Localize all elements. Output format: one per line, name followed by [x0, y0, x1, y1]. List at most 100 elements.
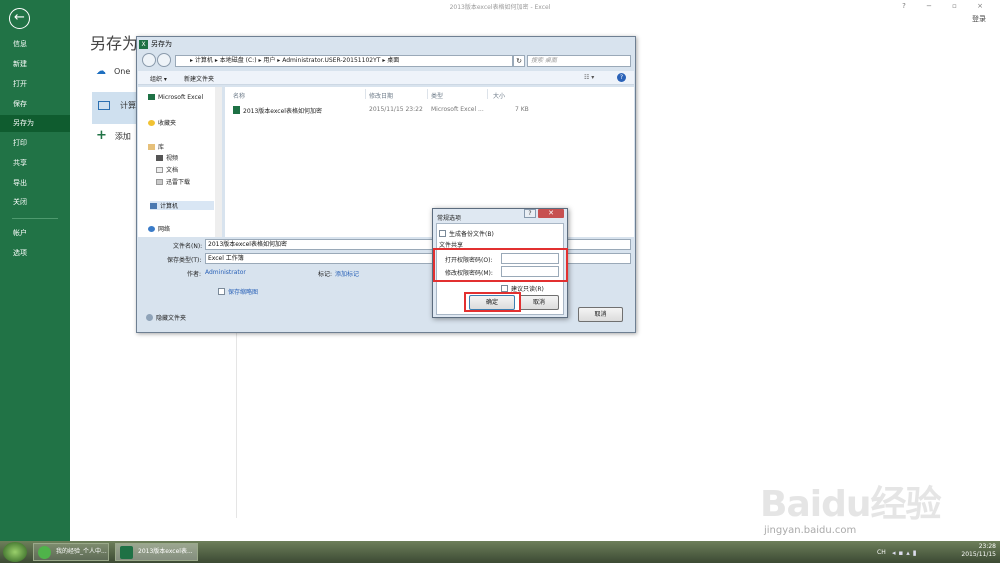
- file-row-type: Microsoft Excel ...: [431, 106, 484, 113]
- clock[interactable]: 23:28 2015/11/15: [961, 543, 996, 559]
- login-link[interactable]: 登录: [972, 14, 986, 24]
- search-input[interactable]: 搜索 桌面: [527, 55, 631, 67]
- computer-icon: [98, 101, 110, 110]
- download-icon: [156, 179, 163, 185]
- column-header-name[interactable]: 名称: [233, 91, 245, 100]
- place-add[interactable]: + 添加: [96, 128, 131, 143]
- nav-scrollbar[interactable]: [215, 87, 222, 237]
- view-icon[interactable]: ☷ ▾: [584, 74, 594, 81]
- cancel-button[interactable]: 取消: [578, 307, 623, 322]
- author-link[interactable]: Administrator: [205, 269, 246, 276]
- back-button[interactable]: [142, 53, 156, 67]
- library-icon: [148, 144, 155, 150]
- backup-checkbox[interactable]: 生成备份文件(B): [439, 229, 494, 238]
- sidebar-item-share[interactable]: 共享: [0, 155, 70, 172]
- window-controls[interactable]: ? − ▫ ×: [902, 2, 992, 10]
- place-computer-label: 计算: [120, 101, 136, 110]
- tray-icons[interactable]: ◂▪▴▮: [892, 549, 920, 557]
- excel-file-icon: [233, 106, 240, 114]
- navigation-pane: Microsoft Excel 收藏夹 库 视频 文档 迅雷下载 计算机 网络: [138, 87, 222, 237]
- address-bar[interactable]: ▸ 计算机 ▸ 本地磁盘 (C:) ▸ 用户 ▸ Administrator.U…: [175, 55, 513, 67]
- place-onedrive-label: One: [114, 67, 131, 76]
- place-computer[interactable]: 计算: [92, 92, 138, 124]
- nav-item-favorites[interactable]: 收藏夹: [148, 118, 176, 127]
- column-divider: [427, 89, 428, 99]
- collapse-arrow-icon: [146, 314, 153, 321]
- options-cancel-button[interactable]: 取消: [519, 295, 559, 310]
- sidebar-item-account[interactable]: 帐户: [0, 225, 70, 242]
- highlight-box-passwords: [433, 248, 568, 282]
- hide-folders-toggle[interactable]: 隐藏文件夹: [146, 313, 186, 322]
- nav-item-excel[interactable]: Microsoft Excel: [148, 94, 203, 101]
- excel-icon: [120, 546, 133, 559]
- start-button[interactable]: [3, 542, 27, 562]
- sidebar-item-export[interactable]: 导出: [0, 175, 70, 192]
- sidebar-item-info[interactable]: 信息: [0, 36, 70, 53]
- add-tags-link[interactable]: 添加标记: [335, 269, 359, 278]
- cloud-icon: ☁: [96, 66, 106, 77]
- document-icon: [156, 167, 163, 173]
- excel-icon: [148, 94, 155, 100]
- clock-date: 2015/11/15: [961, 551, 996, 558]
- sidebar-item-new[interactable]: 新建: [0, 56, 70, 73]
- taskbar-item-excel[interactable]: 2013版本excel表...: [115, 543, 198, 561]
- dialog-title-text: 另存为: [151, 40, 172, 48]
- dialog-title: X 另存为: [139, 39, 172, 49]
- help-icon[interactable]: ?: [524, 209, 536, 218]
- file-row-modified: 2015/11/15 23:22: [369, 106, 423, 113]
- place-onedrive[interactable]: ☁ One: [96, 66, 130, 77]
- filetype-label: 保存类型(T):: [167, 257, 202, 264]
- sidebar-divider: [12, 218, 58, 219]
- nav-item-libraries[interactable]: 库: [148, 142, 164, 151]
- watermark-logo: Baidu经验: [760, 484, 941, 525]
- column-header-type[interactable]: 类型: [431, 91, 443, 100]
- file-row-size: 7 KB: [515, 106, 529, 113]
- sidebar-item-open[interactable]: 打开: [0, 76, 70, 93]
- excel-icon: X: [139, 40, 148, 49]
- forward-button[interactable]: [157, 53, 171, 67]
- thumbnail-checkbox[interactable]: 保存缩略图: [218, 287, 258, 296]
- nav-item-network[interactable]: 网络: [148, 224, 170, 233]
- nav-item-documents[interactable]: 文档: [156, 165, 178, 174]
- nav-item-videos[interactable]: 视频: [156, 153, 178, 162]
- checkbox-icon: [439, 230, 446, 237]
- nav-item-downloads[interactable]: 迅雷下载: [156, 177, 190, 186]
- column-header-modified[interactable]: 修改日期: [369, 91, 393, 100]
- language-indicator[interactable]: CH: [877, 549, 886, 556]
- plus-icon: +: [96, 128, 107, 143]
- page-title: 另存为: [90, 34, 139, 53]
- new-folder-button[interactable]: 新建文件夹: [184, 74, 214, 83]
- clock-time: 23:28: [978, 543, 996, 550]
- file-row-name[interactable]: 2013版本excel表格如何加密: [233, 106, 322, 115]
- back-arrow-icon[interactable]: ←: [9, 8, 30, 29]
- column-divider: [487, 89, 488, 99]
- organize-button[interactable]: 组织 ▾: [150, 74, 167, 83]
- place-add-label: 添加: [114, 132, 131, 141]
- sidebar-item-save[interactable]: 保存: [0, 96, 70, 113]
- checkbox-icon: [218, 288, 225, 295]
- sidebar-item-print[interactable]: 打印: [0, 135, 70, 152]
- column-header-size[interactable]: 大小: [493, 91, 505, 100]
- video-icon: [156, 155, 163, 161]
- highlight-box-ok: [464, 292, 521, 312]
- nav-item-computer[interactable]: 计算机: [150, 201, 214, 210]
- close-icon[interactable]: ✕: [538, 209, 564, 218]
- browser-icon: [38, 546, 51, 559]
- help-icon[interactable]: ?: [617, 73, 626, 82]
- sidebar-item-close[interactable]: 关闭: [0, 194, 70, 211]
- column-divider: [365, 89, 366, 99]
- star-icon: [148, 120, 155, 126]
- thumbnail-label: 保存缩略图: [228, 289, 259, 296]
- refresh-icon[interactable]: ↻: [513, 55, 525, 67]
- options-title: 常规选项: [437, 215, 462, 222]
- author-label: 作者:: [187, 271, 202, 278]
- hide-folders-label: 隐藏文件夹: [156, 315, 187, 322]
- window-title: 2013版本excel表格如何加密 - Excel: [449, 4, 551, 11]
- backup-label: 生成备份文件(B): [449, 231, 494, 238]
- watermark-url: jingyan.baidu.com: [764, 525, 857, 536]
- sidebar-item-save-as[interactable]: 另存为: [0, 115, 70, 132]
- dialog-toolbar: 组织 ▾ 新建文件夹 ☷ ▾: [138, 71, 634, 85]
- tags-label: 标记:: [318, 271, 333, 278]
- sidebar-item-options[interactable]: 选项: [0, 245, 70, 262]
- taskbar-item-browser[interactable]: 我的经验_个人中...: [33, 543, 109, 561]
